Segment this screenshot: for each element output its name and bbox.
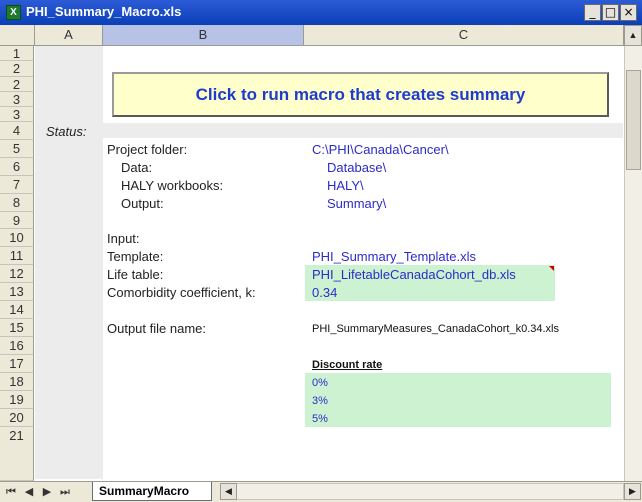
status-row-band xyxy=(103,123,623,138)
select-all-corner[interactable] xyxy=(0,25,35,46)
row-header-16[interactable]: 16 xyxy=(0,337,34,355)
comorbidity-label: Comorbidity coefficient, k: xyxy=(107,285,256,300)
first-sheet-icon[interactable]: ⏮ xyxy=(4,484,18,499)
column-header-c[interactable]: C xyxy=(304,25,624,46)
row-header-19[interactable]: 19 xyxy=(0,391,34,409)
discount-rate-area xyxy=(305,373,611,427)
discount-rate-5[interactable]: 5% xyxy=(312,413,328,425)
discount-rate-3[interactable]: 3% xyxy=(312,395,328,407)
row-header-11[interactable]: 11 xyxy=(0,247,34,265)
last-sheet-icon[interactable]: ⏭ xyxy=(58,484,72,499)
excel-app-icon: X xyxy=(6,5,21,20)
maximize-button[interactable]: □ xyxy=(602,4,619,21)
scroll-right-arrow-icon[interactable]: ▶ xyxy=(624,483,641,500)
row-header-5[interactable]: 5 xyxy=(0,140,34,158)
row-header-4[interactable]: 4 xyxy=(0,122,34,140)
output-label: Output: xyxy=(121,196,164,211)
project-folder-label: Project folder: xyxy=(107,142,188,157)
lifetable-value[interactable]: PHI_LifetableCanadaCohort_db.xls xyxy=(312,267,516,282)
row-header-20[interactable]: 20 xyxy=(0,409,34,427)
vertical-scroll-thumb[interactable] xyxy=(626,70,641,170)
column-a-area xyxy=(35,46,103,479)
comment-indicator-icon[interactable] xyxy=(549,266,554,271)
row-header-1[interactable]: 1 xyxy=(0,46,34,61)
template-label: Template: xyxy=(107,249,164,264)
row-header-6[interactable]: 6 xyxy=(0,158,34,176)
output-file-label: Output file name: xyxy=(107,321,206,336)
window-title: PHI_Summary_Macro.xls xyxy=(26,4,182,19)
discount-rate-0[interactable]: 0% xyxy=(312,377,328,389)
haly-folder-value[interactable]: HALY\ xyxy=(327,178,364,193)
row-header-8[interactable]: 8 xyxy=(0,194,34,212)
template-value[interactable]: PHI_Summary_Template.xls xyxy=(312,249,476,264)
minimize-button[interactable]: _ xyxy=(584,4,601,21)
row-header-12[interactable]: 12 xyxy=(0,265,34,283)
row-header-7[interactable]: 7 xyxy=(0,176,34,194)
input-label: Input: xyxy=(107,231,140,246)
horizontal-scrollbar[interactable] xyxy=(236,483,624,500)
output-folder-value[interactable]: Summary\ xyxy=(327,196,386,211)
row-header-17[interactable]: 17 xyxy=(0,355,34,373)
row-header-9[interactable]: 9 xyxy=(0,212,34,229)
row-header-13[interactable]: 13 xyxy=(0,283,34,301)
data-folder-value[interactable]: Database\ xyxy=(327,160,386,175)
close-button[interactable]: × xyxy=(620,4,637,21)
lifetable-label: Life table: xyxy=(107,267,164,282)
row-header-14[interactable]: 14 xyxy=(0,301,34,319)
row-header-2-label: 2 xyxy=(0,61,33,77)
project-folder-value[interactable]: C:\PHI\Canada\Cancer\ xyxy=(312,142,449,157)
haly-label: HALY workbooks: xyxy=(121,178,224,193)
row-header-15[interactable]: 15 xyxy=(0,319,34,337)
prev-sheet-icon[interactable]: ◀ xyxy=(22,484,36,499)
column-header-a[interactable]: A xyxy=(35,25,103,46)
row-header-10[interactable]: 10 xyxy=(0,229,34,247)
row-header-3b[interactable]: 3 xyxy=(0,107,34,122)
row-header-2b[interactable]: 2 xyxy=(0,77,34,92)
row-header-18[interactable]: 18 xyxy=(0,373,34,391)
row-header-21[interactable]: 21 xyxy=(0,427,34,481)
run-macro-button[interactable]: Click to run macro that creates summary xyxy=(112,72,609,117)
row-header-3[interactable]: 3 xyxy=(0,92,34,107)
column-header-b[interactable]: B xyxy=(103,25,304,46)
discount-rate-header: Discount rate xyxy=(312,359,383,371)
scroll-left-arrow-icon[interactable]: ◀ xyxy=(220,483,237,500)
data-label: Data: xyxy=(121,160,153,175)
status-label: Status: xyxy=(46,124,87,139)
comorbidity-value[interactable]: 0.34 xyxy=(312,285,337,300)
next-sheet-icon[interactable]: ▶ xyxy=(40,484,54,499)
scroll-up-arrow-icon[interactable]: ▲ xyxy=(624,25,642,46)
output-file-value[interactable]: PHI_SummaryMeasures_CanadaCohort_k0.34.x… xyxy=(312,323,559,335)
window-titlebar[interactable]: X PHI_Summary_Macro.xls _ □ × xyxy=(0,0,642,25)
sheet-tab-summarymacro[interactable]: SummaryMacro xyxy=(92,482,212,501)
